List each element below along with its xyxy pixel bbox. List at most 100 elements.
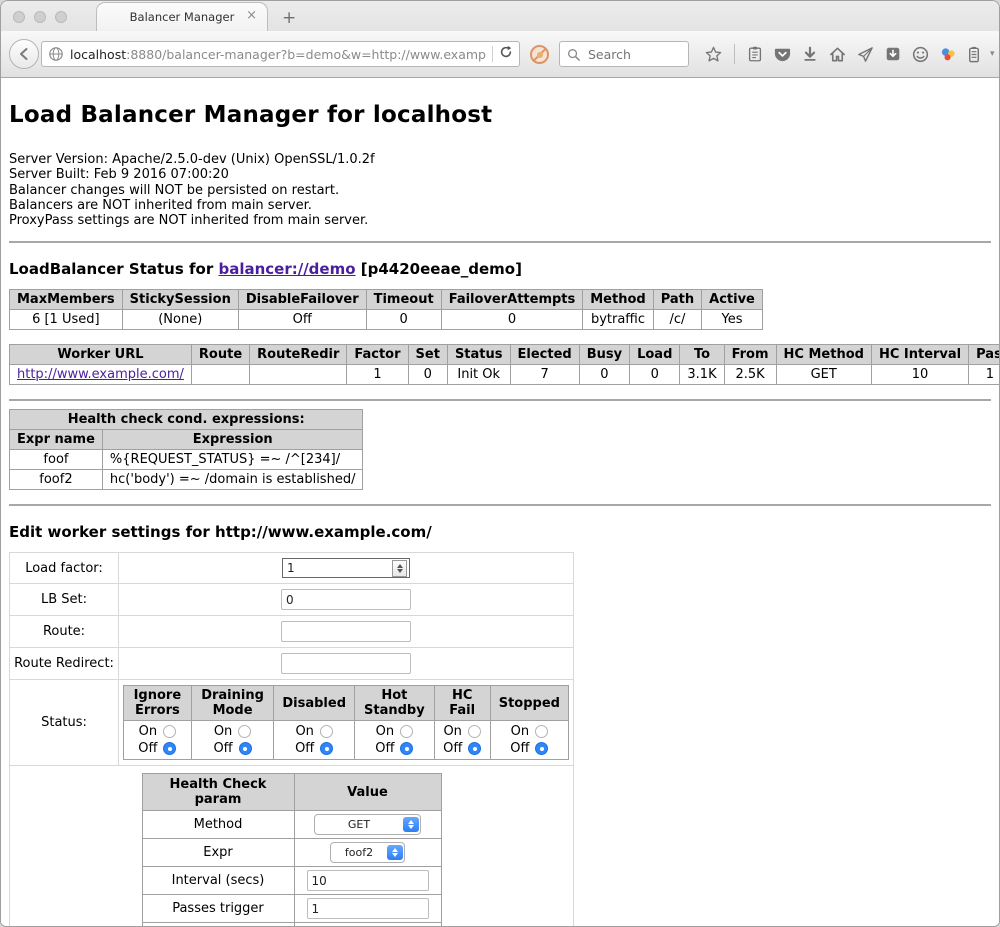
radio-draining-mode-on[interactable] [238,725,251,738]
status-cell-ignore-errors: On Off [124,721,192,760]
radio-disabled-off[interactable] [320,742,333,755]
expr-select[interactable]: foof2 [330,842,405,863]
radio-disabled-on[interactable] [320,725,333,738]
page-content: Load Balancer Manager for localhost Serv… [1,78,999,927]
column-header: Value [294,774,441,811]
worker-settings-form: Load factor: 1 LB Set: Route: Route Redi… [9,552,574,927]
cell: 0 [366,310,441,330]
window-close-button[interactable] [13,11,25,23]
cell: 1 [347,365,408,385]
server-info: Server Version: Apache/2.5.0-dev (Unix) … [9,152,991,228]
divider [9,504,991,506]
colored-dots-icon[interactable] [939,45,958,64]
lb-set-input[interactable] [281,589,411,610]
worker-url-link[interactable]: http://www.example.com/ [17,367,184,382]
status-cell-hc-fail: On Off [434,721,490,760]
tab-bar: Balancer Manager × + [1,1,999,31]
column-header: Load [630,345,680,365]
radio-ignore-errors-on[interactable] [163,725,176,738]
clipboard-icon[interactable] [746,45,764,63]
radio-hc-fail-on[interactable] [468,725,481,738]
passes-input[interactable] [307,898,429,919]
url-path: :8880/balancer-manager?b=demo&w=http://w… [126,47,486,62]
column-header: Disabled [274,686,355,721]
radio-draining-mode-off[interactable] [239,742,252,755]
method-select[interactable]: GET [314,814,421,835]
status-cell-stopped: On Off [490,721,568,760]
window-minimize-button[interactable] [34,11,46,23]
save-page-icon[interactable] [884,45,902,63]
cell: Off [238,310,366,330]
divider [734,44,735,64]
cell: 7 [510,365,579,385]
status-cell-disabled: On Off [274,721,355,760]
form-row-route-redirect: Route Redirect: [10,648,574,680]
smiley-icon[interactable] [911,45,930,64]
new-tab-button[interactable]: + [282,8,296,28]
cell: Init Ok [447,365,510,385]
home-icon[interactable] [828,45,847,64]
status-cell-hot-standby: On Off [355,721,435,760]
radio-label: Off [138,741,157,756]
download-icon[interactable] [801,45,819,63]
tab-balancer-manager[interactable]: Balancer Manager × [96,2,268,31]
load-factor-input[interactable]: 1 [282,558,410,578]
tab-close-icon[interactable]: × [246,8,257,23]
pocket-icon[interactable] [773,45,792,64]
load-factor-value: 1 [287,561,295,575]
cell [191,365,249,385]
worker-status-table: Worker URL Route RouteRedir Factor Set S… [9,344,999,385]
interval-input[interactable] [307,870,429,891]
blocked-extension-icon[interactable] [530,45,549,64]
table-row: foof %{REQUEST_STATUS} =~ /^[234]/ [10,450,363,470]
window-zoom-button[interactable] [55,11,67,23]
cell: http://www.example.com/ [10,365,192,385]
radio-label: Off [443,741,462,756]
interval-label: Interval (secs) [142,867,294,895]
cell: bytraffic [583,310,653,330]
battery-icon[interactable] [967,45,981,64]
url-domain: localhost [70,47,126,62]
table-row: 6 [1 Used] (None) Off 0 0 bytraffic /c/ … [10,310,763,330]
radio-stopped-off[interactable] [535,742,548,755]
balancer-status-table: MaxMembers StickySession DisableFailover… [9,289,763,330]
url-bar[interactable]: localhost:8880/balancer-manager?b=demo&w… [41,41,520,67]
route-input[interactable] [281,621,411,642]
status-cell-draining-mode: On Off [191,721,274,760]
table-row: Method GET [142,811,441,839]
radio-hot-standby-off[interactable] [400,742,413,755]
number-stepper-icon[interactable] [392,560,407,577]
method-label: Method [142,811,294,839]
column-header: From [724,345,776,365]
address-input[interactable]: localhost:8880/balancer-manager?b=demo&w… [70,47,486,62]
cell: 0 [408,365,447,385]
server-version: Server Version: Apache/2.5.0-dev (Unix) … [9,152,991,167]
column-header: MaxMembers [10,290,123,310]
radio-hc-fail-off[interactable] [468,742,481,755]
radio-stopped-on[interactable] [535,725,548,738]
dropdown-caret-icon[interactable]: ▾ [990,49,995,59]
cell: 3.1K [680,365,724,385]
radio-label: Off [510,741,529,756]
column-header: FailoverAttempts [441,290,583,310]
cell: (None) [122,310,238,330]
column-header: Expression [102,430,363,450]
radio-ignore-errors-off[interactable] [163,742,176,755]
column-header: Method [583,290,653,310]
balancer-link[interactable]: balancer://demo [218,260,355,278]
radio-label: On [295,724,313,739]
column-header: Timeout [366,290,441,310]
radio-hot-standby-on[interactable] [400,725,413,738]
reload-icon[interactable] [499,45,513,63]
column-header: HC Interval [871,345,968,365]
route-redirect-input[interactable] [281,653,411,674]
back-button[interactable] [9,39,39,69]
heading-prefix: LoadBalancer Status for [9,260,218,278]
bookmark-star-icon[interactable] [704,45,723,64]
search-input[interactable] [586,46,680,63]
send-icon[interactable] [856,45,875,64]
column-header: Elected [510,345,579,365]
table-title: Health check cond. expressions: [10,410,363,430]
search-bar[interactable] [559,41,689,67]
persist-note: Balancer changes will NOT be persisted o… [9,183,991,198]
